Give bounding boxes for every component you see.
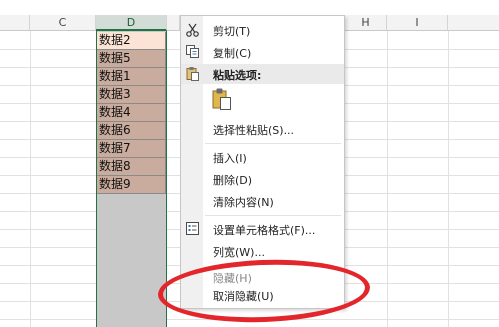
menu-label-delete: 删除(D) <box>213 174 253 187</box>
column-header-c[interactable]: C <box>30 15 96 31</box>
cell-d6[interactable]: 数据4 <box>97 104 166 122</box>
menu-label-insert: 插入(I) <box>213 152 247 165</box>
column-header-h[interactable]: H <box>345 15 387 31</box>
scissors-icon <box>185 22 200 37</box>
menu-item-copy[interactable]: 复制(C) <box>181 42 344 62</box>
menu-label-format-cells: 设置单元格格式(F)... <box>213 224 316 237</box>
menu-label-cut: 剪切(T) <box>213 25 251 38</box>
column-header-i[interactable]: I <box>387 15 448 31</box>
format-cells-icon <box>185 221 200 236</box>
menu-label-column-width: 列宽(W)... <box>213 246 265 259</box>
column-header-j[interactable] <box>448 15 499 31</box>
cell-d5[interactable]: 数据3 <box>97 86 166 104</box>
menu-item-delete[interactable]: 删除(D) <box>181 169 344 189</box>
menu-item-cut[interactable]: 剪切(T) <box>181 20 344 40</box>
menu-label-clear-contents: 清除内容(N) <box>213 196 274 209</box>
menu-label-copy: 复制(C) <box>213 47 252 60</box>
clipboard-icon <box>185 66 200 81</box>
menu-item-paste-special[interactable]: 选择性粘贴(S)... <box>181 119 344 139</box>
paste-clipboard-icon[interactable] <box>211 87 233 111</box>
cell-d7[interactable]: 数据6 <box>97 122 166 140</box>
menu-separator <box>205 143 341 144</box>
column-header-d[interactable]: D <box>96 15 167 31</box>
menu-header-paste-options: 粘贴选项: <box>181 64 344 84</box>
copy-icon <box>185 44 200 59</box>
menu-item-format-cells[interactable]: 设置单元格格式(F)... <box>181 219 344 239</box>
column-header-e[interactable] <box>167 15 180 31</box>
cell-d4[interactable]: 数据1 <box>97 68 166 86</box>
menu-item-column-width[interactable]: 列宽(W)... <box>181 241 344 261</box>
menu-item-clear-contents[interactable]: 清除内容(N) <box>181 191 344 211</box>
menu-separator <box>205 215 341 216</box>
column-header-b[interactable] <box>0 15 30 31</box>
cell-d9[interactable]: 数据8 <box>97 158 166 176</box>
cell-d2[interactable]: 数据2 <box>97 32 166 50</box>
cell-d10[interactable]: 数据9 <box>97 176 166 194</box>
menu-item-insert[interactable]: 插入(I) <box>181 147 344 167</box>
menu-label-paste-special: 选择性粘贴(S)... <box>213 124 295 137</box>
cell-d3[interactable]: 数据5 <box>97 50 166 68</box>
menu-label-paste-options: 粘贴选项: <box>213 69 262 82</box>
cell-d8[interactable]: 数据7 <box>97 140 166 158</box>
